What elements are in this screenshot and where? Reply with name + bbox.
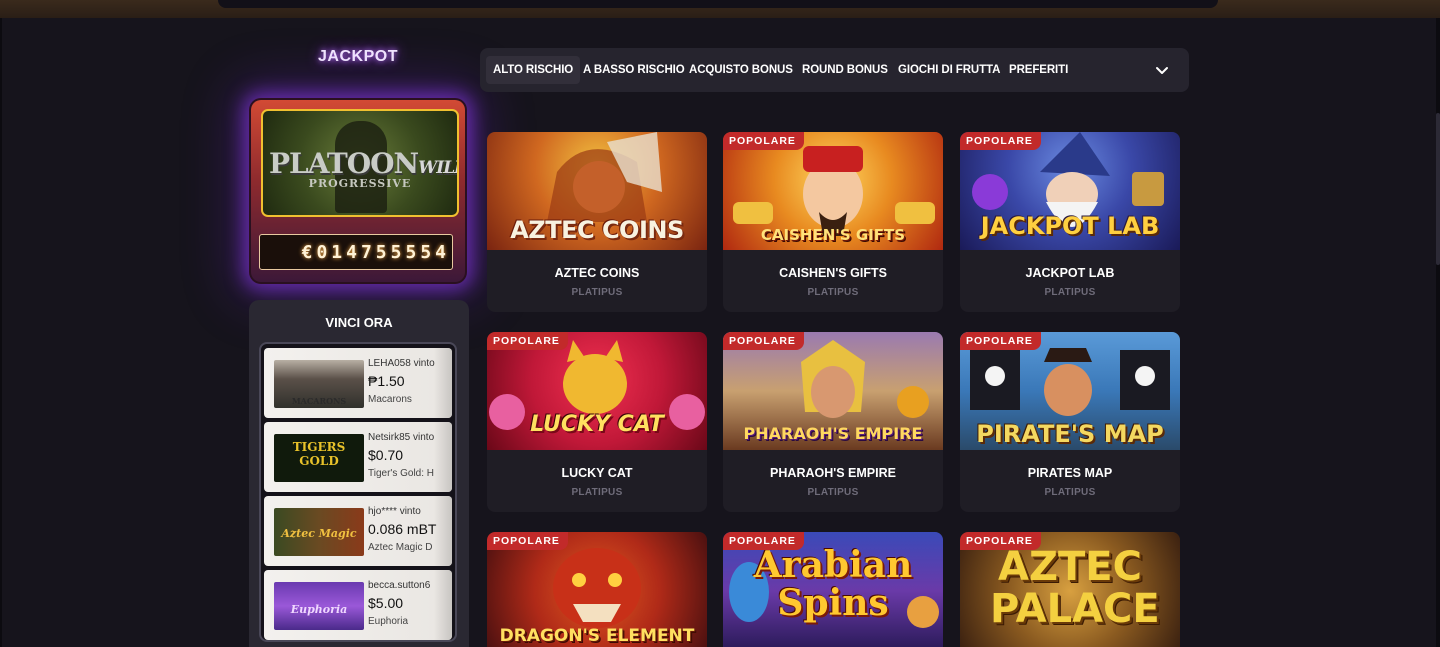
game-logo: PHARAOH'S EMPIRE	[743, 424, 923, 443]
game-logo: DRAGON'S ELEMENT	[499, 626, 695, 646]
category-tabs: ALTO RISCHIO A BASSO RISCHIO ACQUISTO BO…	[480, 48, 1189, 92]
popular-badge: POPOLARE	[723, 532, 804, 550]
winner-fade	[434, 348, 452, 418]
game-logo: JACKPOT LAB	[980, 212, 1160, 240]
tab-a-basso-rischio[interactable]: A BASSO RISCHIO	[576, 56, 692, 84]
game-name: AZTEC COINS	[554, 266, 640, 280]
winner-item[interactable]: MACARONS LEHA058 vinto ₱1.50 Macarons	[264, 348, 452, 418]
game-name: PIRATES MAP	[1027, 466, 1113, 480]
jackpot-title: JACKPOT	[318, 48, 398, 65]
popular-badge: POPOLARE	[960, 132, 1041, 150]
jackpot-amount: €014755554	[259, 234, 453, 270]
tab-preferiti[interactable]: PREFERITI	[1002, 56, 1075, 84]
jackpot-game-logo-sub: PROGRESSIVE	[308, 177, 412, 190]
popular-badge: POPOLARE	[960, 332, 1041, 350]
game-name: LUCKY CAT	[561, 466, 633, 480]
winner-fade	[434, 570, 452, 640]
game-card[interactable]: CAISHEN'S GIFTS POPOLARE CAISHEN'S GIFTS…	[723, 132, 943, 312]
game-card[interactable]: JACKPOT LAB POPOLARE JACKPOT LAB PLATIPU…	[960, 132, 1180, 312]
winner-fade	[434, 496, 452, 566]
game-card[interactable]: AZTEC COINS AZTEC COINS PLATIPUS	[487, 132, 707, 312]
game-card[interactable]: PIRATE'S MAP POPOLARE PIRATES MAP PLATIP…	[960, 332, 1180, 512]
scrollbar-thumb[interactable]	[1436, 113, 1440, 265]
chevron-down-icon[interactable]	[1152, 60, 1172, 80]
game-card[interactable]: PHARAOH'S EMPIRE POPOLARE PHARAOH'S EMPI…	[723, 332, 943, 512]
popular-badge: POPOLARE	[723, 332, 804, 350]
game-logo: CAISHEN'S GIFTS	[760, 226, 906, 244]
game-provider: PLATIPUS	[571, 287, 623, 298]
game-card[interactable]: LUCKY CAT POPOLARE LUCKY CAT PLATIPUS	[487, 332, 707, 512]
game-card[interactable]: AZTEC PALACE POPOLARE	[960, 532, 1180, 647]
popular-badge: POPOLARE	[723, 132, 804, 150]
jackpot-game-image[interactable]: PLATOONWILD PROGRESSIVE	[261, 109, 459, 217]
winner-fade	[434, 422, 452, 492]
winner-game-thumb: TIGERS GOLD	[274, 434, 364, 482]
tab-acquisto-bonus[interactable]: ACQUISTO BONUS	[682, 56, 800, 84]
jackpot-widget[interactable]: PLATOONWILD PROGRESSIVE €014755554	[249, 98, 467, 284]
winner-item[interactable]: Aztec Magic hjo**** vinto 0.086 mBT Azte…	[264, 496, 452, 566]
tab-giochi-di-frutta[interactable]: GIOCHI DI FRUTTA	[891, 56, 1007, 84]
winner-game-thumb: Aztec Magic	[274, 508, 364, 556]
game-provider: PLATIPUS	[807, 487, 859, 498]
game-logo: LUCKY CAT	[530, 412, 664, 437]
winners-title: VINCI ORA	[325, 315, 393, 330]
top-header-bar	[0, 0, 1440, 18]
winner-item[interactable]: Euphoria becca.sutton6 $5.00 Euphoria	[264, 570, 452, 640]
game-card[interactable]: DRAGON'S ELEMENT POPOLARE	[487, 532, 707, 647]
game-thumbnail: AZTEC COINS	[487, 132, 707, 250]
header-inner	[218, 0, 1218, 8]
winners-list: MACARONS LEHA058 vinto ₱1.50 Macarons TI…	[259, 342, 457, 642]
tab-round-bonus[interactable]: ROUND BONUS	[795, 56, 895, 84]
winner-game-thumb: MACARONS	[274, 360, 364, 408]
popular-badge: POPOLARE	[487, 332, 568, 350]
game-logo: PIRATE'S MAP	[976, 420, 1164, 448]
jackpot-game-logo: PLATOONWILD	[269, 147, 457, 180]
game-provider: PLATIPUS	[807, 287, 859, 298]
game-provider: PLATIPUS	[571, 487, 623, 498]
left-edge	[0, 18, 2, 647]
game-logo: AZTEC PALACE	[990, 544, 1160, 632]
game-name: CAISHEN'S GIFTS	[779, 266, 887, 280]
tab-alto-rischio[interactable]: ALTO RISCHIO	[486, 56, 581, 84]
game-logo: AZTEC COINS	[510, 216, 684, 244]
popular-badge: POPOLARE	[487, 532, 568, 550]
winner-item[interactable]: TIGERS GOLD Netsirk85 vinto $0.70 Tiger'…	[264, 422, 452, 492]
game-name: JACKPOT LAB	[1025, 266, 1115, 280]
game-name: PHARAOH'S EMPIRE	[770, 466, 896, 480]
game-card[interactable]: Arabian Spins POPOLARE	[723, 532, 943, 647]
game-provider: PLATIPUS	[1044, 287, 1096, 298]
recent-winners-panel: VINCI ORA MACARONS LEHA058 vinto ₱1.50 M…	[249, 300, 469, 647]
game-provider: PLATIPUS	[1044, 487, 1096, 498]
game-logo: Arabian Spins	[753, 544, 913, 624]
popular-badge: POPOLARE	[960, 532, 1041, 550]
winner-game-thumb: Euphoria	[274, 582, 364, 630]
